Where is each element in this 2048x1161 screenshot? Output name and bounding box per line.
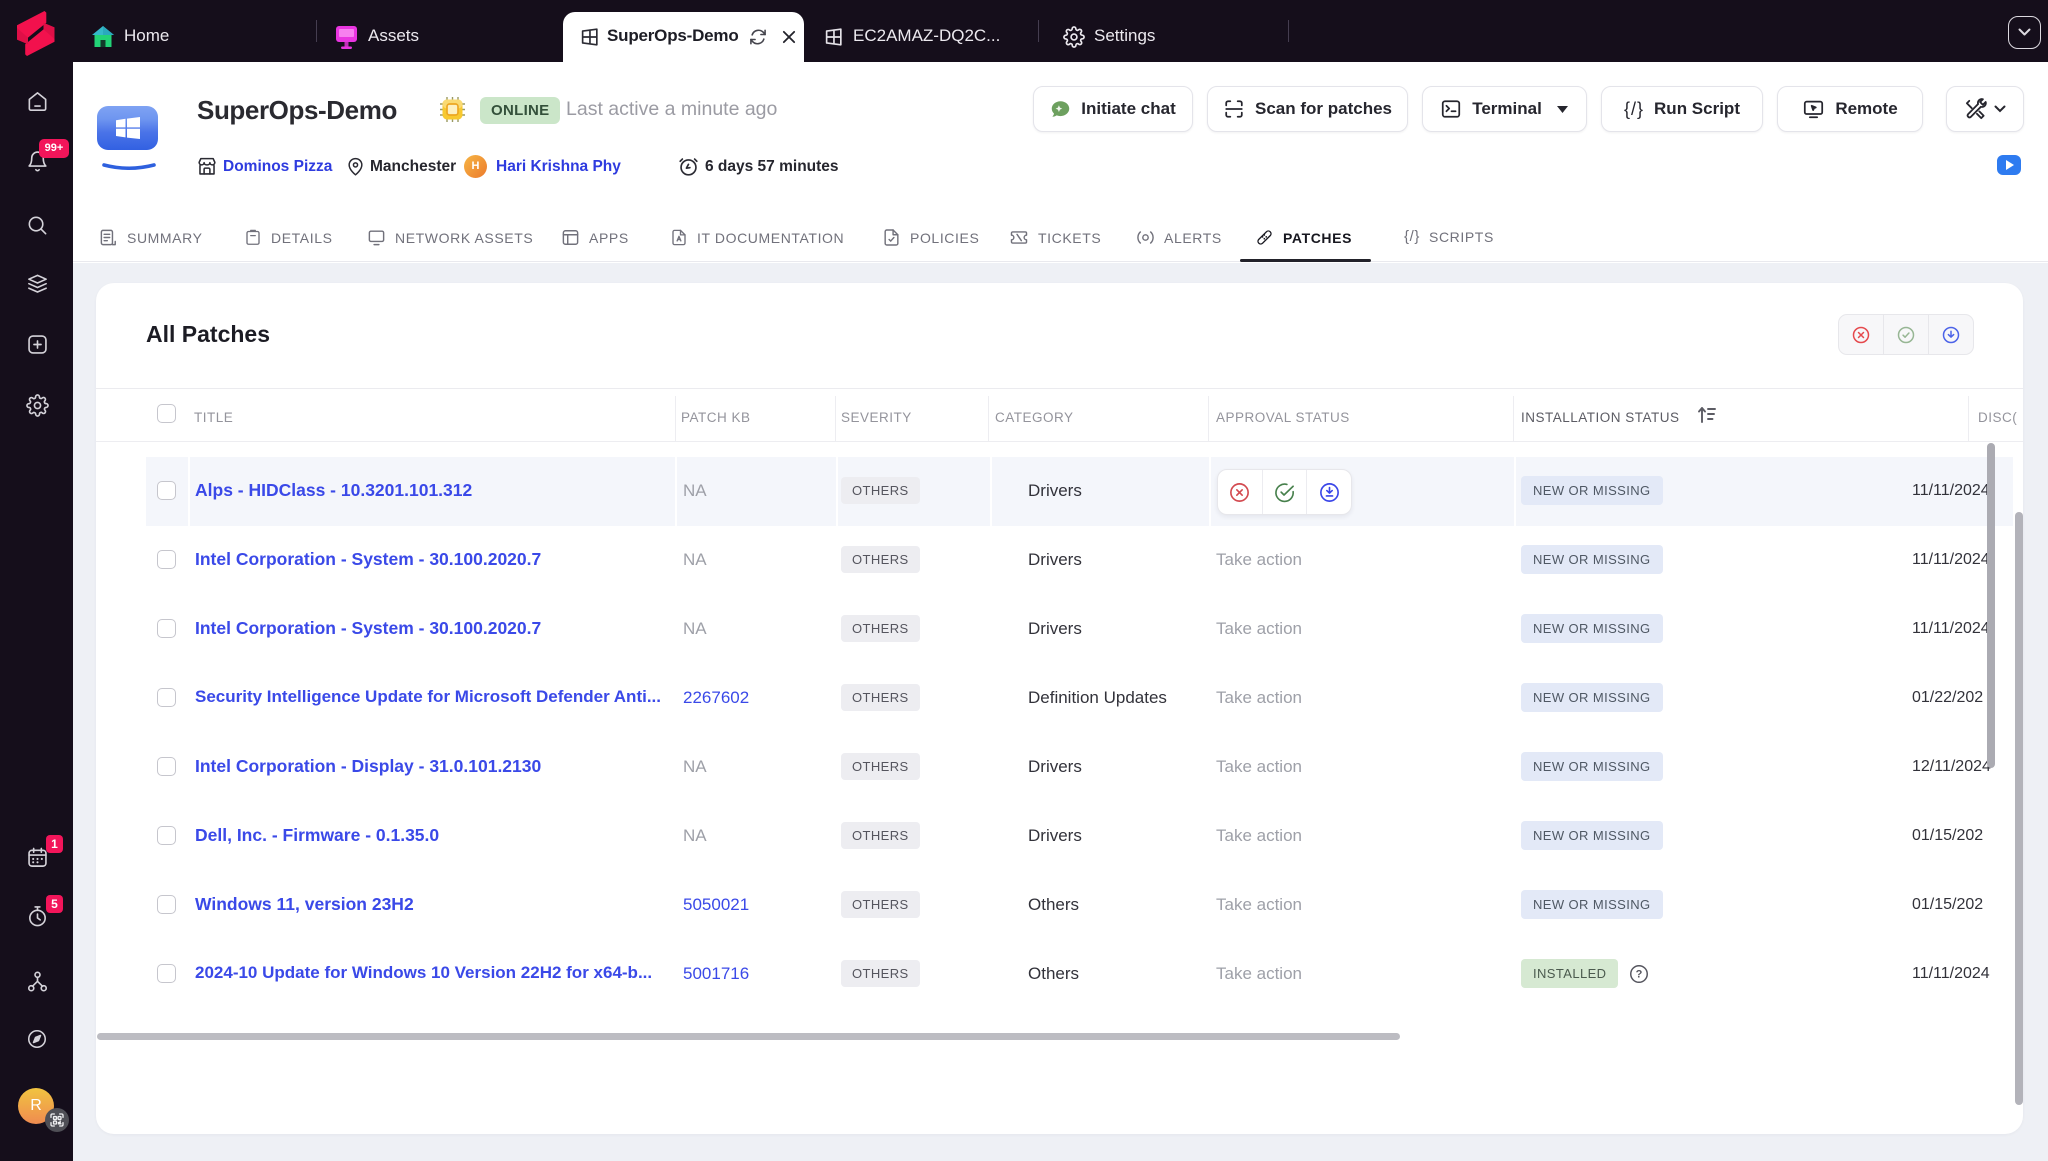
svg-text:?: ? — [1636, 969, 1643, 981]
